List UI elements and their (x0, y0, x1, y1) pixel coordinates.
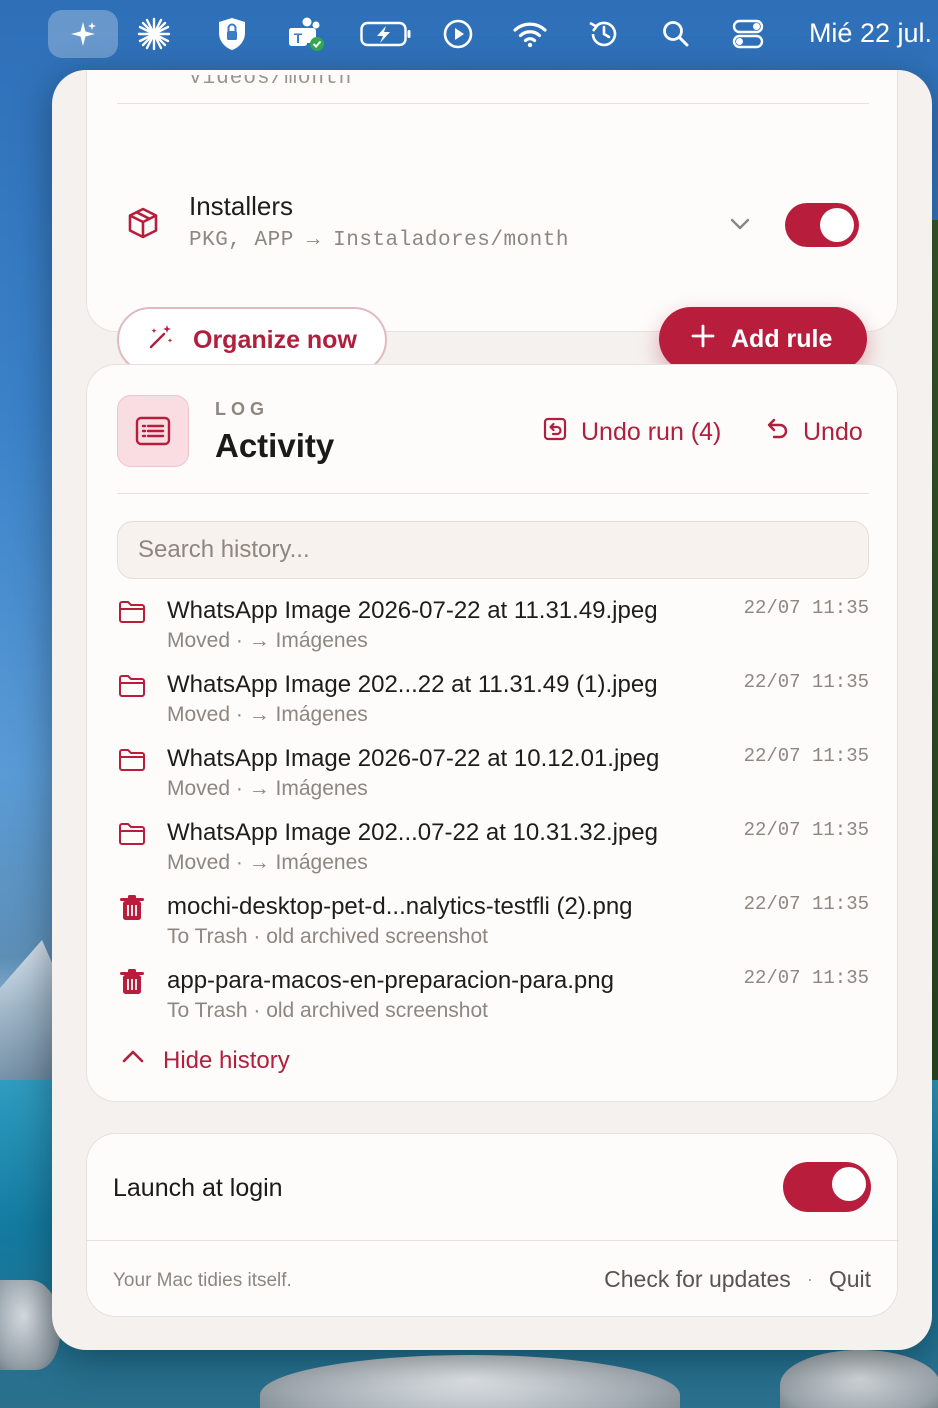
history-item-name: mochi-desktop-pet-d...nalytics-testfli (… (167, 893, 633, 920)
history-item[interactable]: app-para-macos-en-preparacion-para.png T… (117, 963, 869, 1017)
history-item-detail: Moved · → Imágenes (167, 851, 368, 874)
starburst-menu-icon[interactable] (132, 12, 176, 56)
hide-history-button[interactable]: Hide history (121, 1045, 290, 1076)
history-item-name: WhatsApp Image 2026-07-22 at 10.12.01.jp… (167, 745, 660, 772)
history-item[interactable]: WhatsApp Image 202...22 at 11.31.49 (1).… (117, 667, 869, 741)
undo-button[interactable]: Undo (763, 417, 863, 448)
plus-icon (691, 324, 715, 355)
folder-icon (117, 597, 147, 627)
history-list: WhatsApp Image 2026-07-22 at 11.31.49.jp… (117, 593, 869, 1017)
footer-tagline: Your Mac tidies itself. (113, 1270, 292, 1291)
desktop-wallpaper-rock (0, 1280, 60, 1370)
history-item-detail: To Trash · old archived screenshot (167, 925, 488, 948)
activity-divider (117, 493, 869, 494)
history-item-detail: To Trash · old archived screenshot (167, 999, 488, 1017)
add-rule-button[interactable]: Add rule (659, 307, 867, 371)
rules-card: Vídeos/month Installers PKG, APP → Insta… (86, 70, 898, 373)
rule-divider (117, 103, 869, 104)
rule-sub-installers: PKG, APP → Instaladores/month (189, 229, 569, 252)
activity-card: LOG Activity Undo run (4) Undo WhatsApp … (86, 364, 898, 1102)
installers-rule-toggle[interactable] (785, 203, 859, 247)
section-eyebrow: LOG (215, 399, 269, 419)
history-item-time: 22/07 11:35 (743, 893, 869, 915)
trash-icon (117, 893, 147, 923)
history-item-time: 22/07 11:35 (743, 819, 869, 841)
history-item-time: 22/07 11:35 (743, 671, 869, 693)
trash-icon (117, 967, 147, 997)
undo-box-icon (543, 417, 567, 448)
teams-menu-icon[interactable]: T (283, 12, 327, 56)
svg-text:T: T (294, 30, 303, 46)
previous-rule-sub: Vídeos/month (189, 75, 353, 90)
footer-separator: · (806, 1269, 813, 1289)
history-item-detail: Moved · → Imágenes (167, 703, 368, 726)
history-item-time: 22/07 11:35 (743, 745, 869, 767)
section-title: Activity (215, 427, 335, 464)
app-sparkle-menu-icon[interactable] (48, 10, 118, 58)
history-item[interactable]: WhatsApp Image 202...07-22 at 10.31.32.j… (117, 815, 869, 889)
chevron-down-icon[interactable] (727, 211, 753, 237)
wifi-icon[interactable] (508, 12, 552, 56)
history-item[interactable]: WhatsApp Image 2026-07-22 at 11.31.49.jp… (117, 593, 869, 667)
battery-charging-icon[interactable] (360, 12, 412, 56)
hide-history-label: Hide history (163, 1046, 290, 1074)
history-item-time: 22/07 11:35 (743, 967, 869, 989)
menu-bar-date[interactable]: Mié 22 jul. (809, 18, 932, 49)
check-for-updates-link[interactable]: Check for updates (604, 1266, 791, 1293)
time-machine-icon[interactable] (582, 12, 626, 56)
undo-run-label: Undo run (4) (581, 418, 722, 446)
quit-link[interactable]: Quit (829, 1266, 871, 1293)
organize-now-label: Organize now (193, 325, 357, 354)
history-item-name: WhatsApp Image 202...07-22 at 10.31.32.j… (167, 819, 659, 846)
settings-card: Launch at login Your Mac tidies itself. … (86, 1133, 899, 1317)
launch-at-login-toggle[interactable] (783, 1162, 871, 1212)
search-icon[interactable] (654, 12, 698, 56)
control-center-icon[interactable] (726, 12, 770, 56)
chevron-up-icon (121, 1045, 145, 1076)
history-item[interactable]: WhatsApp Image 2026-07-22 at 10.12.01.jp… (117, 741, 869, 815)
undo-arrow-icon (763, 417, 789, 448)
rule-name-installers: Installers (189, 191, 294, 221)
settings-divider (87, 1240, 899, 1241)
history-item[interactable]: mochi-desktop-pet-d...nalytics-testfli (… (117, 889, 869, 963)
search-history-input[interactable] (117, 521, 869, 579)
folder-icon (117, 819, 147, 849)
log-icon (117, 395, 189, 467)
magic-wand-icon (147, 323, 175, 358)
history-item-detail: Moved · → Imágenes (167, 777, 368, 800)
app-popover-panel: Vídeos/month Installers PKG, APP → Insta… (52, 70, 932, 1350)
add-rule-label: Add rule (731, 324, 833, 353)
undo-label: Undo (803, 418, 863, 446)
history-item-name: app-para-macos-en-preparacion-para.png (167, 967, 614, 994)
menu-bar: T Mié 22 jul. (0, 0, 938, 66)
folder-icon (117, 671, 147, 701)
play-circle-icon[interactable] (436, 12, 480, 56)
shield-menu-icon[interactable] (210, 12, 254, 56)
history-item-name: WhatsApp Image 2026-07-22 at 11.31.49.jp… (167, 597, 658, 624)
undo-run-button[interactable]: Undo run (4) (543, 417, 721, 448)
history-item-detail: Moved · → Imágenes (167, 629, 368, 652)
footer-links: Check for updates · Quit (604, 1266, 871, 1293)
history-item-name: WhatsApp Image 202...22 at 11.31.49 (1).… (167, 671, 658, 698)
launch-at-login-label: Launch at login (113, 1174, 283, 1202)
folder-icon (117, 745, 147, 775)
package-icon (125, 205, 161, 241)
history-item-time: 22/07 11:35 (743, 597, 869, 619)
